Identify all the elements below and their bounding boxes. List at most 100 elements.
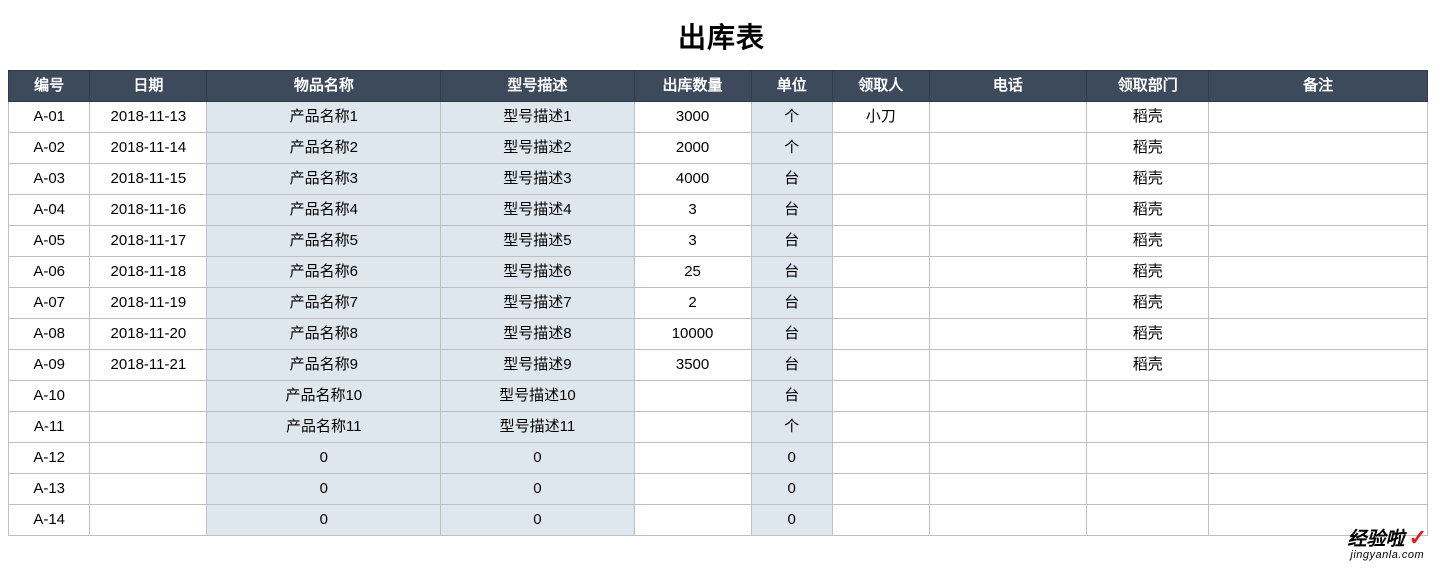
cell-dept: 稻壳 <box>1087 195 1209 226</box>
cell-model: 0 <box>441 474 634 505</box>
cell-dept <box>1087 381 1209 412</box>
header-name: 物品名称 <box>207 71 441 102</box>
cell-date: 2018-11-16 <box>90 195 207 226</box>
cell-unit: 个 <box>751 102 832 133</box>
cell-id: A-03 <box>9 164 90 195</box>
cell-phone <box>929 288 1087 319</box>
cell-dept: 稻壳 <box>1087 288 1209 319</box>
cell-phone <box>929 474 1087 505</box>
cell-model: 0 <box>441 443 634 474</box>
header-note: 备注 <box>1209 71 1428 102</box>
cell-id: A-05 <box>9 226 90 257</box>
cell-dept <box>1087 474 1209 505</box>
cell-id: A-01 <box>9 102 90 133</box>
cell-date: 2018-11-18 <box>90 257 207 288</box>
cell-name: 产品名称8 <box>207 319 441 350</box>
cell-unit: 台 <box>751 164 832 195</box>
cell-name: 产品名称6 <box>207 257 441 288</box>
cell-name: 产品名称2 <box>207 133 441 164</box>
cell-phone <box>929 381 1087 412</box>
header-phone: 电话 <box>929 71 1087 102</box>
cell-name: 产品名称3 <box>207 164 441 195</box>
cell-qty <box>634 505 751 536</box>
cell-name: 产品名称4 <box>207 195 441 226</box>
cell-dept <box>1087 412 1209 443</box>
cell-model: 型号描述6 <box>441 257 634 288</box>
cell-dept: 稻壳 <box>1087 319 1209 350</box>
watermark-url: jingyanla.com <box>1348 549 1427 561</box>
cell-model: 型号描述11 <box>441 412 634 443</box>
cell-phone <box>929 164 1087 195</box>
cell-qty <box>634 443 751 474</box>
cell-receiver <box>832 350 929 381</box>
header-dept: 领取部门 <box>1087 71 1209 102</box>
cell-note <box>1209 350 1428 381</box>
cell-phone <box>929 133 1087 164</box>
table-row: A-042018-11-16产品名称4型号描述43台稻壳 <box>9 195 1428 226</box>
header-id: 编号 <box>9 71 90 102</box>
cell-date: 2018-11-19 <box>90 288 207 319</box>
header-recv: 领取人 <box>832 71 929 102</box>
cell-receiver <box>832 164 929 195</box>
cell-qty: 3500 <box>634 350 751 381</box>
cell-date: 2018-11-20 <box>90 319 207 350</box>
cell-phone <box>929 195 1087 226</box>
cell-phone <box>929 102 1087 133</box>
cell-id: A-02 <box>9 133 90 164</box>
cell-date <box>90 381 207 412</box>
cell-model: 型号描述4 <box>441 195 634 226</box>
cell-dept <box>1087 505 1209 536</box>
cell-id: A-10 <box>9 381 90 412</box>
cell-name: 0 <box>207 474 441 505</box>
cell-name: 产品名称9 <box>207 350 441 381</box>
cell-id: A-08 <box>9 319 90 350</box>
table-row: A-072018-11-19产品名称7型号描述72台稻壳 <box>9 288 1428 319</box>
cell-qty: 2000 <box>634 133 751 164</box>
check-icon: ✓ <box>1409 525 1427 551</box>
cell-note <box>1209 319 1428 350</box>
cell-note <box>1209 381 1428 412</box>
cell-name: 0 <box>207 443 441 474</box>
cell-name: 产品名称7 <box>207 288 441 319</box>
cell-qty: 3 <box>634 226 751 257</box>
table-row: A-092018-11-21产品名称9型号描述93500台稻壳 <box>9 350 1428 381</box>
header-qty: 出库数量 <box>634 71 751 102</box>
cell-receiver <box>832 257 929 288</box>
table-row: A-062018-11-18产品名称6型号描述625台稻壳 <box>9 257 1428 288</box>
cell-unit: 0 <box>751 474 832 505</box>
cell-note <box>1209 226 1428 257</box>
cell-receiver <box>832 288 929 319</box>
cell-date <box>90 474 207 505</box>
cell-date: 2018-11-17 <box>90 226 207 257</box>
cell-note <box>1209 133 1428 164</box>
table-row: A-10产品名称10型号描述10台 <box>9 381 1428 412</box>
cell-model: 型号描述10 <box>441 381 634 412</box>
cell-id: A-07 <box>9 288 90 319</box>
cell-receiver <box>832 474 929 505</box>
watermark: 经验啦 ✓ jingyanla.com <box>1348 524 1427 561</box>
cell-phone <box>929 257 1087 288</box>
cell-dept: 稻壳 <box>1087 102 1209 133</box>
cell-phone <box>929 412 1087 443</box>
cell-note <box>1209 288 1428 319</box>
cell-unit: 台 <box>751 288 832 319</box>
cell-receiver <box>832 412 929 443</box>
table-row: A-12000 <box>9 443 1428 474</box>
cell-unit: 台 <box>751 226 832 257</box>
table-row: A-11产品名称11型号描述11个 <box>9 412 1428 443</box>
cell-date: 2018-11-13 <box>90 102 207 133</box>
table-row: A-032018-11-15产品名称3型号描述34000台稻壳 <box>9 164 1428 195</box>
cell-id: A-04 <box>9 195 90 226</box>
cell-date: 2018-11-14 <box>90 133 207 164</box>
header-date: 日期 <box>90 71 207 102</box>
cell-note <box>1209 164 1428 195</box>
cell-receiver <box>832 319 929 350</box>
cell-receiver <box>832 443 929 474</box>
table-row: A-012018-11-13产品名称1型号描述13000个小刀稻壳 <box>9 102 1428 133</box>
cell-id: A-13 <box>9 474 90 505</box>
cell-model: 0 <box>441 505 634 536</box>
cell-phone <box>929 350 1087 381</box>
header-row: 编号 日期 物品名称 型号描述 出库数量 单位 领取人 电话 领取部门 备注 <box>9 71 1428 102</box>
cell-model: 型号描述7 <box>441 288 634 319</box>
cell-unit: 0 <box>751 443 832 474</box>
